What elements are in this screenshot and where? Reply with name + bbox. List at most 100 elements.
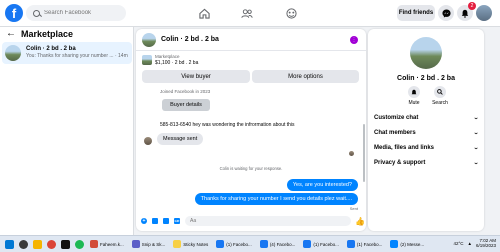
app-icon bbox=[216, 240, 225, 248]
search-label: Search bbox=[432, 100, 448, 106]
message-composer: + GIF 👍 bbox=[136, 213, 366, 229]
app-icon bbox=[90, 240, 98, 248]
back-arrow-icon[interactable]: ← bbox=[6, 29, 16, 39]
wifi-icon[interactable]: ▲ bbox=[468, 241, 472, 246]
chevron-down-icon: ⌄ bbox=[472, 115, 479, 121]
chrome-icon[interactable] bbox=[47, 239, 56, 249]
chat-members-row[interactable]: Chat members ⌄ bbox=[374, 128, 479, 138]
temperature: 42°C bbox=[453, 240, 464, 246]
search-action[interactable]: Search bbox=[428, 86, 452, 106]
app-icon bbox=[259, 240, 268, 248]
chevron-down-icon: ⌄ bbox=[472, 160, 479, 166]
waiting-notice: Colin is waiting for your response. bbox=[219, 166, 283, 171]
preview-time: 14m bbox=[118, 53, 128, 59]
notification-badge: 2 bbox=[468, 2, 476, 10]
bell-icon bbox=[408, 86, 420, 98]
message-text: 585-813-6540 hey was wondering the infro… bbox=[160, 122, 295, 128]
sticker-icon[interactable] bbox=[163, 218, 169, 224]
windows-start-icon[interactable] bbox=[5, 239, 14, 249]
app-icon bbox=[390, 240, 399, 248]
conversation-name: Colin · 2 bd . 2 ba bbox=[26, 46, 76, 52]
sidebar-header: ← Marketplace bbox=[0, 27, 133, 41]
menu-label: Privacy & support bbox=[374, 160, 426, 166]
view-buyer-button[interactable]: View buyer bbox=[142, 70, 250, 83]
seen-avatar bbox=[349, 151, 354, 156]
whatsapp-icon[interactable] bbox=[75, 239, 84, 249]
app-label: (1) Facebo... bbox=[313, 241, 339, 247]
tiktok-icon[interactable] bbox=[61, 239, 70, 249]
taskbar-app[interactable]: (1) Facebo... bbox=[301, 238, 341, 251]
menu-label: Media, files and links bbox=[374, 145, 435, 151]
chat-header: Colin · 2 bd . 2 ba ⋮ bbox=[136, 29, 366, 51]
listing-profile-image bbox=[410, 37, 442, 69]
app-icon bbox=[131, 240, 140, 248]
listing-small-thumbnail bbox=[142, 55, 152, 65]
sent-message-bubble: Thanks for sharing your number I send yo… bbox=[194, 193, 358, 205]
listing-thumbnail bbox=[5, 45, 21, 61]
preview-text: You: Thanks for sharing your number ... bbox=[26, 53, 114, 59]
app-icon bbox=[173, 240, 182, 248]
chat-thumbnail bbox=[142, 32, 156, 47]
search-icon bbox=[434, 86, 446, 98]
conversation-item[interactable]: Colin · 2 bd . 2 ba You: Thanks for shar… bbox=[2, 42, 132, 64]
taskbar-app[interactable]: (4) Facebo... bbox=[258, 238, 298, 251]
taskbar-app[interactable]: Sticky Notes bbox=[171, 238, 210, 251]
chat-scrollbar[interactable] bbox=[363, 124, 365, 182]
buyer-details-button[interactable]: Buyer details bbox=[162, 99, 210, 111]
messenger-icon[interactable] bbox=[438, 5, 454, 21]
thumbs-up-icon[interactable]: 👍 bbox=[355, 217, 365, 226]
app-icon bbox=[303, 240, 312, 248]
taskbar-app[interactable]: (1) Facebo... bbox=[345, 238, 385, 251]
bell-icon bbox=[461, 9, 469, 18]
taskbar-app[interactable]: Faheem.k... bbox=[88, 238, 126, 251]
app-icon bbox=[346, 240, 355, 248]
taskbar-app[interactable]: (2) Messe... bbox=[388, 238, 426, 251]
chat-options-icon[interactable]: ⋮ bbox=[350, 36, 358, 44]
listing-price: $1,100 · 2 bd . 2 ba bbox=[155, 60, 199, 66]
chat-panel: Colin · 2 bd . 2 ba ⋮ Marketplace $1,100… bbox=[136, 29, 366, 231]
account-avatar[interactable] bbox=[476, 5, 492, 21]
taskbar-apps: Faheem.k... Snip & Sk... Sticky Notes (1) F… bbox=[84, 238, 426, 251]
details-title: Colin · 2 bd . 2 ba bbox=[397, 75, 455, 82]
privacy-support-row[interactable]: Privacy & support ⌄ bbox=[374, 158, 479, 168]
clock[interactable]: 7:02 AM 6/19/2023 bbox=[476, 238, 496, 248]
more-options-button[interactable]: More options bbox=[252, 70, 359, 83]
add-icon[interactable]: + bbox=[141, 218, 147, 224]
find-friends-button[interactable]: Find friends bbox=[397, 5, 435, 21]
system-tray: 42°C ▲ 7:02 AM 6/19/2023 bbox=[453, 238, 496, 248]
groups-icon[interactable] bbox=[284, 6, 298, 20]
message-bubble: Message sent bbox=[157, 133, 204, 145]
image-icon[interactable] bbox=[152, 218, 158, 224]
chevron-down-icon: ⌄ bbox=[472, 145, 479, 151]
home-icon[interactable] bbox=[197, 6, 211, 20]
facebook-logo-icon[interactable]: f bbox=[5, 4, 23, 22]
search-box[interactable] bbox=[26, 5, 126, 21]
taskbar-app[interactable]: (1) Facebo... bbox=[214, 238, 254, 251]
listing-info[interactable]: Marketplace $1,100 · 2 bd . 2 ba bbox=[142, 54, 198, 66]
friends-icon[interactable] bbox=[240, 6, 254, 20]
gif-icon[interactable]: GIF bbox=[174, 218, 180, 224]
message-input[interactable] bbox=[185, 216, 351, 226]
mute-label: Mute bbox=[408, 100, 420, 106]
chat-title[interactable]: Colin · 2 bd . 2 ba bbox=[161, 36, 219, 43]
app-label: Snip & Sk... bbox=[141, 241, 166, 247]
taskbar-app[interactable]: Snip & Sk... bbox=[130, 238, 168, 251]
search-icon[interactable] bbox=[19, 239, 28, 249]
chevron-down-icon: ⌄ bbox=[472, 130, 479, 136]
customize-chat-row[interactable]: Customize chat ⌄ bbox=[374, 113, 479, 123]
menu-label: Chat members bbox=[374, 130, 416, 136]
search-input[interactable] bbox=[44, 10, 124, 16]
top-bar: f Find friends 2 bbox=[0, 0, 500, 27]
media-files-links-row[interactable]: Media, files and links ⌄ bbox=[374, 143, 479, 153]
listing-text: Marketplace $1,100 · 2 bd . 2 ba bbox=[155, 54, 198, 66]
notifications-button[interactable]: 2 bbox=[457, 2, 476, 21]
app-label: (1) Facebo... bbox=[226, 241, 252, 247]
mute-action[interactable]: Mute bbox=[402, 86, 426, 106]
windows-taskbar: Faheem.k... Snip & Sk... Sticky Notes (1) F… bbox=[0, 235, 500, 252]
file-explorer-icon[interactable] bbox=[33, 239, 42, 249]
marketplace-sidebar: ← Marketplace Colin · 2 bd . 2 ba You: T… bbox=[0, 27, 134, 235]
conversation-text: Colin · 2 bd . 2 ba You: Thanks for shar… bbox=[26, 46, 128, 60]
sidebar-title: Marketplace bbox=[21, 29, 74, 39]
joined-text: Joined Facebook in 2023 bbox=[160, 89, 211, 94]
app-label: Faheem.k... bbox=[100, 241, 124, 247]
